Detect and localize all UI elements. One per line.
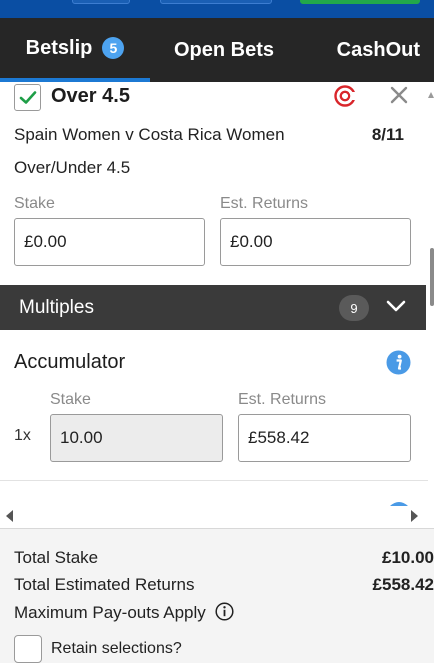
accumulator-multiplier: 1x (14, 427, 31, 444)
accumulator-returns-label: Est. Returns (238, 391, 327, 408)
total-returns-label: Total Estimated Returns (14, 575, 195, 594)
close-icon[interactable] (389, 85, 409, 105)
scroll-left-arrow-icon[interactable] (5, 510, 15, 522)
selection-odds: 8/11 (371, 125, 404, 144)
betslip-footer: Total Stake £10.00 Total Estimated Retur… (0, 528, 434, 663)
header-button[interactable] (160, 0, 272, 4)
total-returns-value: £558.42 (372, 575, 434, 594)
vertical-scrollbar-thumb[interactable] (430, 248, 434, 306)
accumulator-stake-input[interactable]: 10.00 (50, 414, 223, 462)
stake-label: Stake (14, 195, 55, 212)
selection-count-badge: 5 (102, 37, 125, 59)
accumulator-stake-label: Stake (50, 391, 91, 408)
selection-header: Over 4.5 (0, 82, 428, 112)
checkmark-icon (19, 91, 37, 104)
retain-selections-label: Retain selections? (51, 640, 182, 657)
total-stake-label: Total Stake (14, 548, 99, 567)
multiples-header[interactable]: Multiples 9 (0, 285, 426, 330)
tab-open-bets[interactable]: Open Bets (150, 18, 298, 82)
accumulator-title: Accumulator (14, 351, 126, 373)
scroll-right-arrow-icon[interactable] (409, 510, 419, 522)
horizontal-scrollbar[interactable] (0, 505, 428, 527)
est-returns-field: £0.00 (220, 218, 411, 266)
tab-cashout-label: CashOut (336, 38, 420, 61)
max-payout-label: Maximum Pay-outs Apply (14, 603, 206, 622)
tab-betslip-label: Betslip (25, 36, 93, 59)
info-icon[interactable] (386, 350, 411, 375)
multiples-count-badge: 9 (339, 295, 369, 321)
tab-betslip[interactable]: Betslip 5 (0, 18, 150, 82)
tab-open-bets-label: Open Bets (173, 38, 275, 61)
selection-title: Over 4.5 (51, 85, 130, 107)
event-name: Spain Women v Costa Rica Women (14, 125, 285, 144)
target-icon[interactable] (333, 84, 357, 108)
divider (0, 480, 428, 481)
header-button[interactable] (72, 0, 130, 4)
accumulator-returns-field: £558.42 (238, 414, 411, 462)
multiples-label: Multiples (19, 297, 94, 318)
selection-checkbox[interactable] (14, 84, 41, 111)
retain-selections-checkbox[interactable] (14, 635, 42, 663)
max-payout-row: Maximum Pay-outs Apply (14, 602, 234, 623)
header-button[interactable] (300, 0, 420, 4)
info-outline-icon[interactable] (214, 602, 234, 621)
scroll-up-arrow-icon[interactable] (428, 90, 434, 100)
market-name: Over/Under 4.5 (14, 158, 131, 177)
stake-input[interactable]: £0.00 (14, 218, 205, 266)
est-returns-label: Est. Returns (220, 195, 309, 212)
chevron-down-icon[interactable] (386, 299, 406, 313)
top-header-strip (0, 0, 434, 18)
total-stake-value: £10.00 (382, 548, 434, 567)
tab-cashout[interactable]: CashOut (298, 18, 434, 82)
betslip-tabs: Betslip 5 Open Bets CashOut (0, 18, 434, 82)
